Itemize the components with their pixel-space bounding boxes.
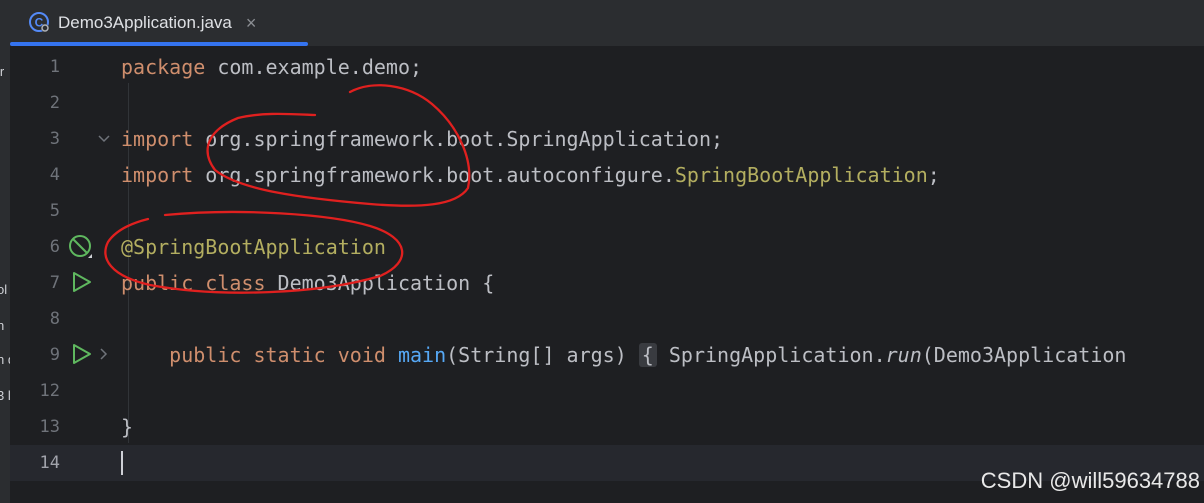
file-tab[interactable]: C Demo3Application.java × xyxy=(28,0,308,46)
code-line: 2 xyxy=(10,85,1204,121)
file-tab-label: Demo3Application.java xyxy=(58,13,232,32)
code-line: 12 xyxy=(10,373,1204,409)
text-caret xyxy=(121,451,123,475)
folded-brace[interactable]: { xyxy=(638,343,657,367)
editor-tab-bar: C Demo3Application.java × xyxy=(10,0,1204,47)
code-text: public static void main(String[] args) {… xyxy=(169,343,1127,367)
close-icon[interactable]: × xyxy=(246,13,257,34)
spring-bean-icon[interactable] xyxy=(68,234,94,260)
code-text: import org.springframework.boot.SpringAp… xyxy=(121,127,724,151)
line-number: 12 xyxy=(39,381,60,401)
watermark: CSDN @will59634788 xyxy=(980,468,1200,493)
line-number: 4 xyxy=(49,165,60,185)
code-line: 6 @SpringBootApplication xyxy=(10,229,1204,265)
code-line: 9 public static void main(String[] args)… xyxy=(10,337,1204,373)
line-number: 7 xyxy=(49,273,60,293)
line-number: 9 xyxy=(49,345,60,365)
code-text: @SpringBootApplication xyxy=(121,235,386,259)
side-fragment: ol xyxy=(0,282,8,297)
fold-chevron-icon[interactable] xyxy=(98,127,110,151)
line-number: 3 xyxy=(49,129,60,149)
line-number: 1 xyxy=(49,57,60,77)
line-number: 6 xyxy=(49,237,60,257)
side-fragment: ir xyxy=(0,64,5,79)
code-text: import org.springframework.boot.autoconf… xyxy=(121,163,940,187)
code-text: public class Demo3Application { xyxy=(121,271,495,295)
run-icon[interactable] xyxy=(70,270,94,294)
code-line: 1 package com.example.demo; xyxy=(10,49,1204,85)
code-line: 4 import org.springframework.boot.autoco… xyxy=(10,157,1204,193)
code-line: 13 } xyxy=(10,409,1204,445)
code-line: 3 import org.springframework.boot.Spring… xyxy=(10,121,1204,157)
code-line: 8 xyxy=(10,301,1204,337)
code-text: package com.example.demo; xyxy=(121,55,423,79)
line-number: 2 xyxy=(49,93,60,113)
run-icon[interactable] xyxy=(70,342,94,366)
code-text: } xyxy=(121,415,134,439)
code-line: 7 public class Demo3Application { xyxy=(10,265,1204,301)
active-tab-indicator xyxy=(10,42,308,46)
java-class-icon: C xyxy=(29,12,49,32)
fold-chevron-icon[interactable] xyxy=(98,343,110,367)
line-number: 14 xyxy=(39,453,60,473)
line-number: 8 xyxy=(49,309,60,329)
line-number: 13 xyxy=(39,417,60,437)
line-number: 5 xyxy=(49,201,60,221)
code-line: 5 xyxy=(10,193,1204,229)
code-editor[interactable]: 1 package com.example.demo; 2 3 import o… xyxy=(10,47,1204,503)
side-fragment: n xyxy=(0,318,4,333)
